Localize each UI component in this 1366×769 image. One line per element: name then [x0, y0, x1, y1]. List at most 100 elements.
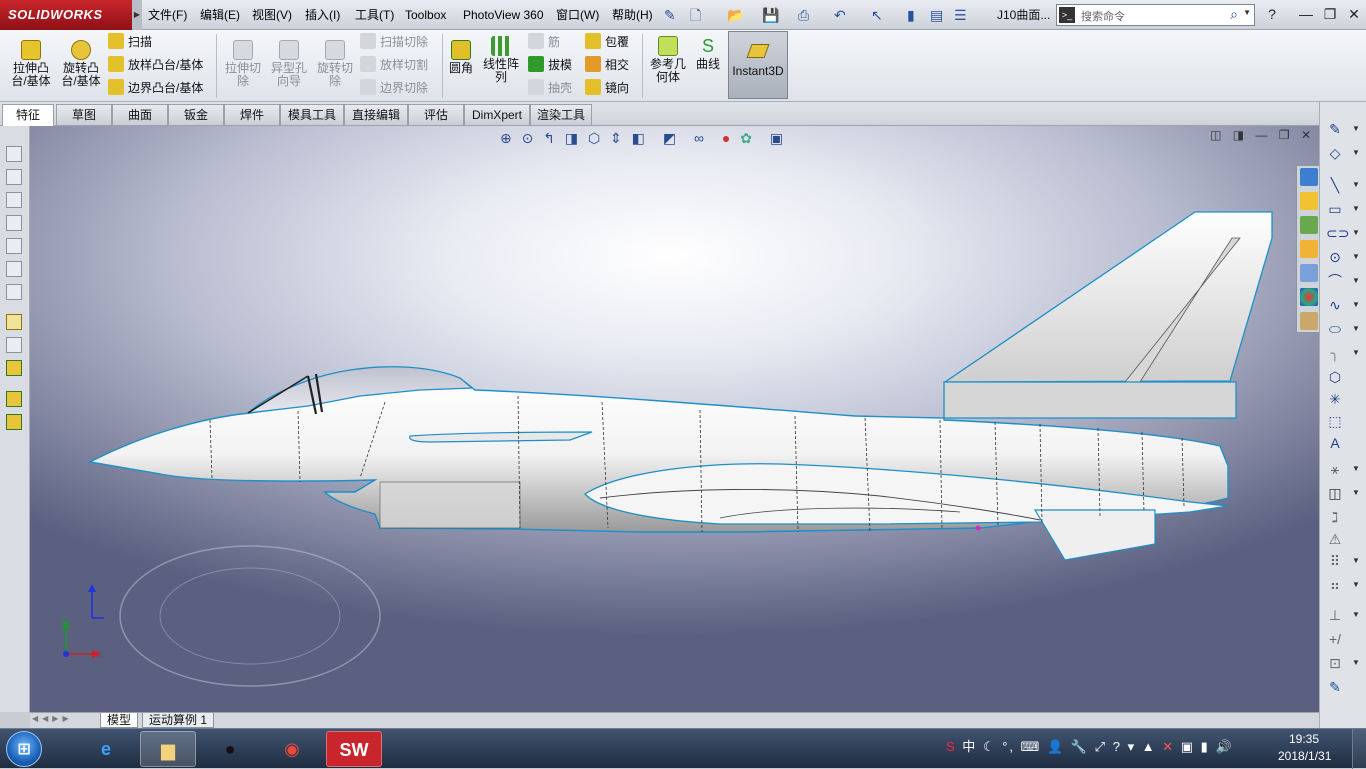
- ime-mode[interactable]: 中: [962, 739, 977, 754]
- tab-direct-editing[interactable]: 直接编辑: [344, 104, 408, 125]
- options-icon[interactable]: ☰: [954, 5, 967, 25]
- chevron-down-icon[interactable]: ▼: [1243, 8, 1251, 17]
- text-icon[interactable]: A: [1326, 434, 1344, 452]
- extrude-boss-button[interactable]: 拉伸凸 台/基体: [8, 40, 54, 88]
- view-settings-icon[interactable]: ▣: [770, 130, 783, 146]
- qq-icon[interactable]: ●: [202, 731, 258, 767]
- repair-sketch-icon[interactable]: +/: [1326, 630, 1344, 648]
- chevron-down-icon[interactable]: ▼: [1352, 488, 1360, 497]
- intersect-button[interactable]: 相交: [585, 56, 629, 74]
- fillet-button[interactable]: 圆角: [446, 40, 476, 75]
- undo-icon[interactable]: ↶: [834, 5, 846, 25]
- expand-icon[interactable]: ⤢: [1095, 739, 1107, 754]
- solidworks-icon[interactable]: SW: [326, 731, 382, 767]
- extrude-cut-icon[interactable]: [6, 261, 22, 277]
- trim-icon[interactable]: ⚹: [1326, 460, 1344, 478]
- edit-sketch-icon[interactable]: [6, 314, 22, 330]
- open-icon[interactable]: 📂: [727, 5, 744, 25]
- hide-show-icon[interactable]: ◩: [663, 130, 676, 146]
- move-entities-icon[interactable]: ⠶: [1326, 576, 1344, 594]
- tab-features[interactable]: 特征: [2, 104, 54, 126]
- previous-view-icon[interactable]: ↰: [543, 130, 555, 146]
- monitor-icon[interactable]: ▣: [1181, 739, 1195, 754]
- vertical-stabilizer[interactable]: [942, 211, 1273, 383]
- chamfer-icon[interactable]: [6, 414, 22, 430]
- file-explorer-icon[interactable]: [1300, 240, 1318, 258]
- show-hidden-icons[interactable]: ▲: [1142, 739, 1157, 754]
- appearances-icon[interactable]: [1300, 288, 1318, 306]
- tab-sheet-metal[interactable]: 钣金: [168, 104, 224, 125]
- section-view-icon[interactable]: ◨: [565, 130, 578, 146]
- curves-button[interactable]: S 曲线: [692, 36, 724, 71]
- centerline-icon[interactable]: ⬚: [1326, 412, 1344, 430]
- apply-scene-icon[interactable]: ✿: [740, 130, 752, 146]
- revolve-cut-button[interactable]: 旋转切 除: [312, 40, 358, 88]
- hole-wizard-button[interactable]: 异型孔 向导: [266, 40, 312, 88]
- user-icon[interactable]: 👤: [1047, 739, 1065, 754]
- tab-weldments[interactable]: 焊件: [224, 104, 280, 125]
- chevron-down-icon[interactable]: ▼: [1352, 148, 1360, 157]
- menu-file[interactable]: 文件(F): [148, 0, 187, 30]
- point-icon[interactable]: ✳: [1326, 390, 1344, 408]
- revolve-boss-button[interactable]: 旋转凸 台/基体: [58, 40, 104, 88]
- slot-icon[interactable]: ⊂⊃: [1326, 224, 1349, 242]
- chevron-down-icon[interactable]: ▼: [1352, 580, 1360, 589]
- keyboard-icon[interactable]: ⌨: [1021, 739, 1042, 754]
- viewport-minimize-button[interactable]: —: [1255, 128, 1267, 142]
- convert-entities-icon[interactable]: ◫: [1326, 484, 1344, 502]
- menu-tools[interactable]: 工具(T): [355, 0, 394, 30]
- logo-expand-icon[interactable]: ▶: [132, 0, 142, 30]
- fillet-icon[interactable]: [6, 391, 22, 407]
- draft-button[interactable]: 拔模: [528, 56, 572, 74]
- display-relations-icon[interactable]: ⊥: [1326, 606, 1344, 624]
- chevron-down-icon[interactable]: ▼: [1352, 324, 1360, 333]
- save-icon[interactable]: 💾: [762, 5, 779, 25]
- tab-dimxpert[interactable]: DimXpert: [464, 104, 530, 125]
- chrome-icon[interactable]: ◉: [264, 731, 320, 767]
- edit-appearance-icon[interactable]: ∞: [694, 130, 704, 146]
- help-tray-icon[interactable]: ?: [1113, 739, 1122, 754]
- chevron-down-icon[interactable]: ▼: [1352, 124, 1360, 133]
- view-orientation-icon[interactable]: ⇕: [610, 130, 622, 146]
- scene-icon[interactable]: ●: [722, 130, 730, 146]
- menu-help[interactable]: 帮助(H): [612, 0, 653, 30]
- network-warning-icon[interactable]: ✕: [1162, 739, 1175, 754]
- tab-mold-tools[interactable]: 模具工具: [280, 104, 344, 125]
- extrude-boss-icon[interactable]: [6, 146, 22, 162]
- revolve-boss-icon[interactable]: [6, 169, 22, 185]
- chevron-down-icon[interactable]: ▼: [1352, 610, 1360, 619]
- pin-icon[interactable]: ✎: [664, 5, 676, 25]
- mirror-entities-icon[interactable]: ⚠: [1326, 530, 1344, 548]
- solidworks-logo[interactable]: SOLIDWORKS: [0, 0, 132, 30]
- zoom-area-icon[interactable]: ⊙: [522, 130, 534, 146]
- instant3d-button[interactable]: Instant3D: [728, 31, 788, 99]
- aircraft-model[interactable]: [80, 206, 1290, 586]
- help-icon[interactable]: ?: [1262, 4, 1282, 24]
- chevron-down-icon[interactable]: ▼: [1352, 228, 1360, 237]
- quick-snaps-icon[interactable]: ⊡: [1326, 654, 1344, 672]
- menu-window[interactable]: 窗口(W): [556, 0, 599, 30]
- tab-evaluate[interactable]: 评估: [408, 104, 464, 125]
- viewport-close-button[interactable]: ✕: [1301, 128, 1311, 142]
- chevron-down-icon[interactable]: ▼: [1352, 556, 1360, 565]
- loft-boss-button[interactable]: 放样凸台/基体: [108, 56, 203, 74]
- tab-render-tools[interactable]: 渲染工具: [530, 104, 592, 125]
- clock[interactable]: 19:35 2018/1/31: [1278, 731, 1331, 765]
- offset-entities-icon[interactable]: ℷ: [1326, 508, 1344, 526]
- wrench-icon[interactable]: 🔧: [1071, 739, 1089, 754]
- polygon-icon[interactable]: ⬡: [1326, 368, 1344, 386]
- dynamic-annotation-icon[interactable]: ⬡: [588, 130, 600, 146]
- sogou-ime-icon[interactable]: S: [946, 739, 957, 754]
- rapid-sketch-icon[interactable]: ✎: [1326, 678, 1344, 696]
- circle-icon[interactable]: ⊙: [1326, 248, 1344, 266]
- tab-motion-study[interactable]: 运动算例 1: [142, 713, 215, 728]
- sweep-button[interactable]: 扫描: [108, 33, 152, 51]
- reference-icon[interactable]: [6, 337, 22, 353]
- boundary-boss-button[interactable]: 边界凸台/基体: [108, 79, 203, 97]
- line-icon[interactable]: ╲: [1326, 176, 1344, 194]
- loft-icon[interactable]: [6, 215, 22, 231]
- chevron-down-icon[interactable]: ▼: [1352, 348, 1360, 357]
- split-view-2-icon[interactable]: ◨: [1233, 128, 1244, 142]
- rib-button[interactable]: 筋: [528, 33, 560, 51]
- tab-model[interactable]: 模型: [100, 713, 139, 728]
